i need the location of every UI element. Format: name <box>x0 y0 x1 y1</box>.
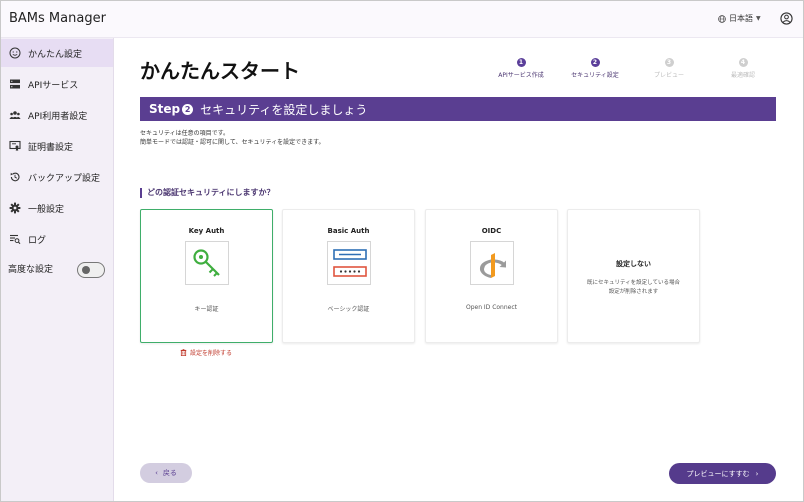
users-icon <box>9 111 21 119</box>
card-description-line-1: 既にセキュリティを設定している場合 <box>586 280 680 286</box>
sidebar-item-label: API利用者設定 <box>28 111 88 122</box>
sidebar-item-label: かんたん設定 <box>28 49 83 60</box>
chevron-left-icon: ‹ <box>155 469 158 477</box>
top-bar: BAMs Manager 日本語 ▼ <box>1 1 803 38</box>
card-title: Key Auth <box>188 227 225 235</box>
app-window: BAMs Manager 日本語 ▼ かんたん設定 APIサービス API利用者… <box>0 0 804 502</box>
account-circle-icon[interactable] <box>780 12 793 25</box>
card-title: 設定しない <box>616 260 651 268</box>
banner-step-label: Step <box>149 102 181 116</box>
progress-stepper: 1 APIサービス作成 2 セキュリティ設定 3 プレビュー 4 最適確認 <box>484 58 780 82</box>
step-1: 1 APIサービス作成 <box>484 58 558 79</box>
language-select[interactable]: 日本語 ▼ <box>718 13 761 24</box>
sidebar-item-logs[interactable]: ログ <box>1 225 113 253</box>
description-line-2: 簡単モードでは認証・認可に関して、セキュリティを設定できます。 <box>140 139 325 146</box>
card-title: OIDC <box>481 227 502 235</box>
sidebar-item-label: APIサービス <box>28 80 79 91</box>
page-title: かんたんスタート <box>140 59 300 83</box>
back-button-label: 戻る <box>162 469 177 477</box>
sidebar-item-backup[interactable]: バックアップ設定 <box>1 163 113 191</box>
delete-setting-link[interactable]: 設定を削除する <box>180 348 232 357</box>
advanced-settings-toggle[interactable] <box>77 262 105 278</box>
back-button[interactable]: ‹ 戻る <box>140 463 192 483</box>
card-oidc[interactable]: OIDC Open ID Connect <box>425 209 558 343</box>
step-number: 2 <box>590 58 600 67</box>
step-label: 最適確認 <box>730 72 755 79</box>
key-icon-box <box>185 241 229 285</box>
step-3: 3 プレビュー <box>632 58 706 79</box>
sidebar-item-api-services[interactable]: APIサービス <box>1 70 113 98</box>
login-form-icon-box <box>327 241 371 285</box>
card-subtitle: ベーシック認証 <box>327 306 370 313</box>
globe-icon <box>718 14 726 23</box>
step-number: 4 <box>738 58 748 67</box>
next-button-label: プレビューにすすむ <box>686 469 750 478</box>
language-label: 日本語 <box>729 14 753 23</box>
card-no-security[interactable]: 設定しない 既にセキュリティを設定している場合 設定が削除されます <box>567 209 700 343</box>
sidebar-item-label: ログ <box>28 235 47 246</box>
toggle-knob <box>82 266 90 274</box>
chevron-down-icon: ▼ <box>756 15 761 22</box>
step-label: プレビュー <box>653 72 684 79</box>
sidebar-item-api-users[interactable]: API利用者設定 <box>1 101 113 129</box>
card-description-line-2: 設定が削除されます <box>608 289 659 295</box>
description-line-1: セキュリティは任意の項目です。 <box>140 130 230 137</box>
sidebar-item-label: 一般設定 <box>28 204 65 215</box>
card-subtitle: Open ID Connect <box>465 304 518 311</box>
sidebar: かんたん設定 APIサービス API利用者設定 証明書設定 バックアップ設定 一… <box>1 38 114 501</box>
backup-icon <box>10 172 20 182</box>
step-label: セキュリティ設定 <box>571 72 619 79</box>
banner-title: セキュリティを設定しましょう <box>200 102 368 117</box>
gear-icon <box>9 202 21 214</box>
card-subtitle: キー認証 <box>194 306 219 313</box>
key-icon <box>193 249 220 277</box>
step-2: 2 セキュリティ設定 <box>558 58 632 79</box>
step-label: APIサービス作成 <box>498 72 544 79</box>
step-number: 1 <box>516 58 526 67</box>
trash-icon <box>180 349 187 356</box>
server-icon <box>10 79 20 89</box>
app-title: BAMs Manager <box>9 11 106 26</box>
sidebar-item-label: 証明書設定 <box>28 142 74 153</box>
security-question: どの認証セキュリティにしますか？ <box>140 188 275 198</box>
delete-setting-label: 設定を削除する <box>190 350 233 357</box>
step-4: 4 最適確認 <box>706 58 780 79</box>
openid-icon <box>479 253 506 278</box>
openid-icon-box <box>470 241 514 285</box>
smiley-icon <box>9 47 21 59</box>
sidebar-item-general-settings[interactable]: 一般設定 <box>1 194 113 222</box>
card-basic-auth[interactable]: Basic Auth ベーシック認証 <box>282 209 415 343</box>
advanced-settings-label: 高度な設定 <box>8 265 54 275</box>
step-banner: Step 2 セキュリティを設定しましょう <box>140 97 776 121</box>
certificate-icon <box>9 140 21 151</box>
login-form-icon <box>333 249 367 277</box>
step-number: 3 <box>664 58 674 67</box>
sidebar-item-label: バックアップ設定 <box>28 173 101 184</box>
banner-step-number: 2 <box>182 103 194 115</box>
sidebar-item-easy-setup[interactable]: かんたん設定 <box>1 39 113 67</box>
sidebar-item-certificates[interactable]: 証明書設定 <box>1 132 113 160</box>
card-title: Basic Auth <box>327 227 370 235</box>
log-icon <box>10 234 21 245</box>
next-preview-button[interactable]: プレビューにすすむ › <box>669 463 776 484</box>
chevron-right-icon: › <box>755 469 759 478</box>
card-key-auth[interactable]: Key Auth キー認証 <box>140 209 273 343</box>
